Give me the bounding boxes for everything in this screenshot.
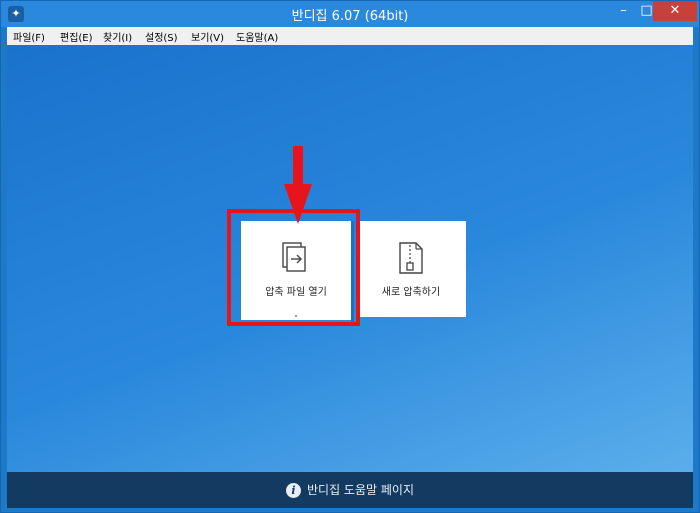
menu-find[interactable]: 찾기(I) [103, 29, 132, 44]
title-bar: ✦ 반디집 6.07 (64bit) – □ ✕ [1, 1, 699, 27]
menu-file[interactable]: 파일(F) [13, 29, 45, 44]
main-area: 압축 파일 열기 새로 압축하기 ˅ [7, 45, 693, 472]
close-button[interactable]: ✕ [653, 1, 697, 21]
menu-help[interactable]: 도움말(A) [236, 29, 278, 44]
window-title: 반디집 6.07 (64bit) [291, 9, 409, 24]
footer-bar: i 반디집 도움말 페이지 [7, 472, 693, 508]
zip-file-icon [399, 242, 423, 274]
new-archive-tile[interactable]: 새로 압축하기 [356, 221, 466, 317]
menu-settings[interactable]: 설정(S) [145, 29, 178, 44]
info-icon: i [286, 483, 301, 498]
bandizip-window: ✦ 반디집 6.07 (64bit) – □ ✕ 파일(F) 편집(E) 찾기(… [0, 0, 700, 513]
help-page-label: 반디집 도움말 페이지 [307, 483, 414, 497]
menu-edit[interactable]: 편집(E) [60, 29, 93, 44]
menu-view[interactable]: 보기(V) [191, 29, 224, 44]
menu-bar: 파일(F) 편집(E) 찾기(I) 설정(S) 보기(V) 도움말(A) [7, 27, 693, 45]
new-archive-label: 새로 압축하기 [381, 287, 441, 298]
annotation-highlight-box [227, 209, 360, 326]
help-page-link[interactable]: i 반디집 도움말 페이지 [286, 481, 414, 499]
